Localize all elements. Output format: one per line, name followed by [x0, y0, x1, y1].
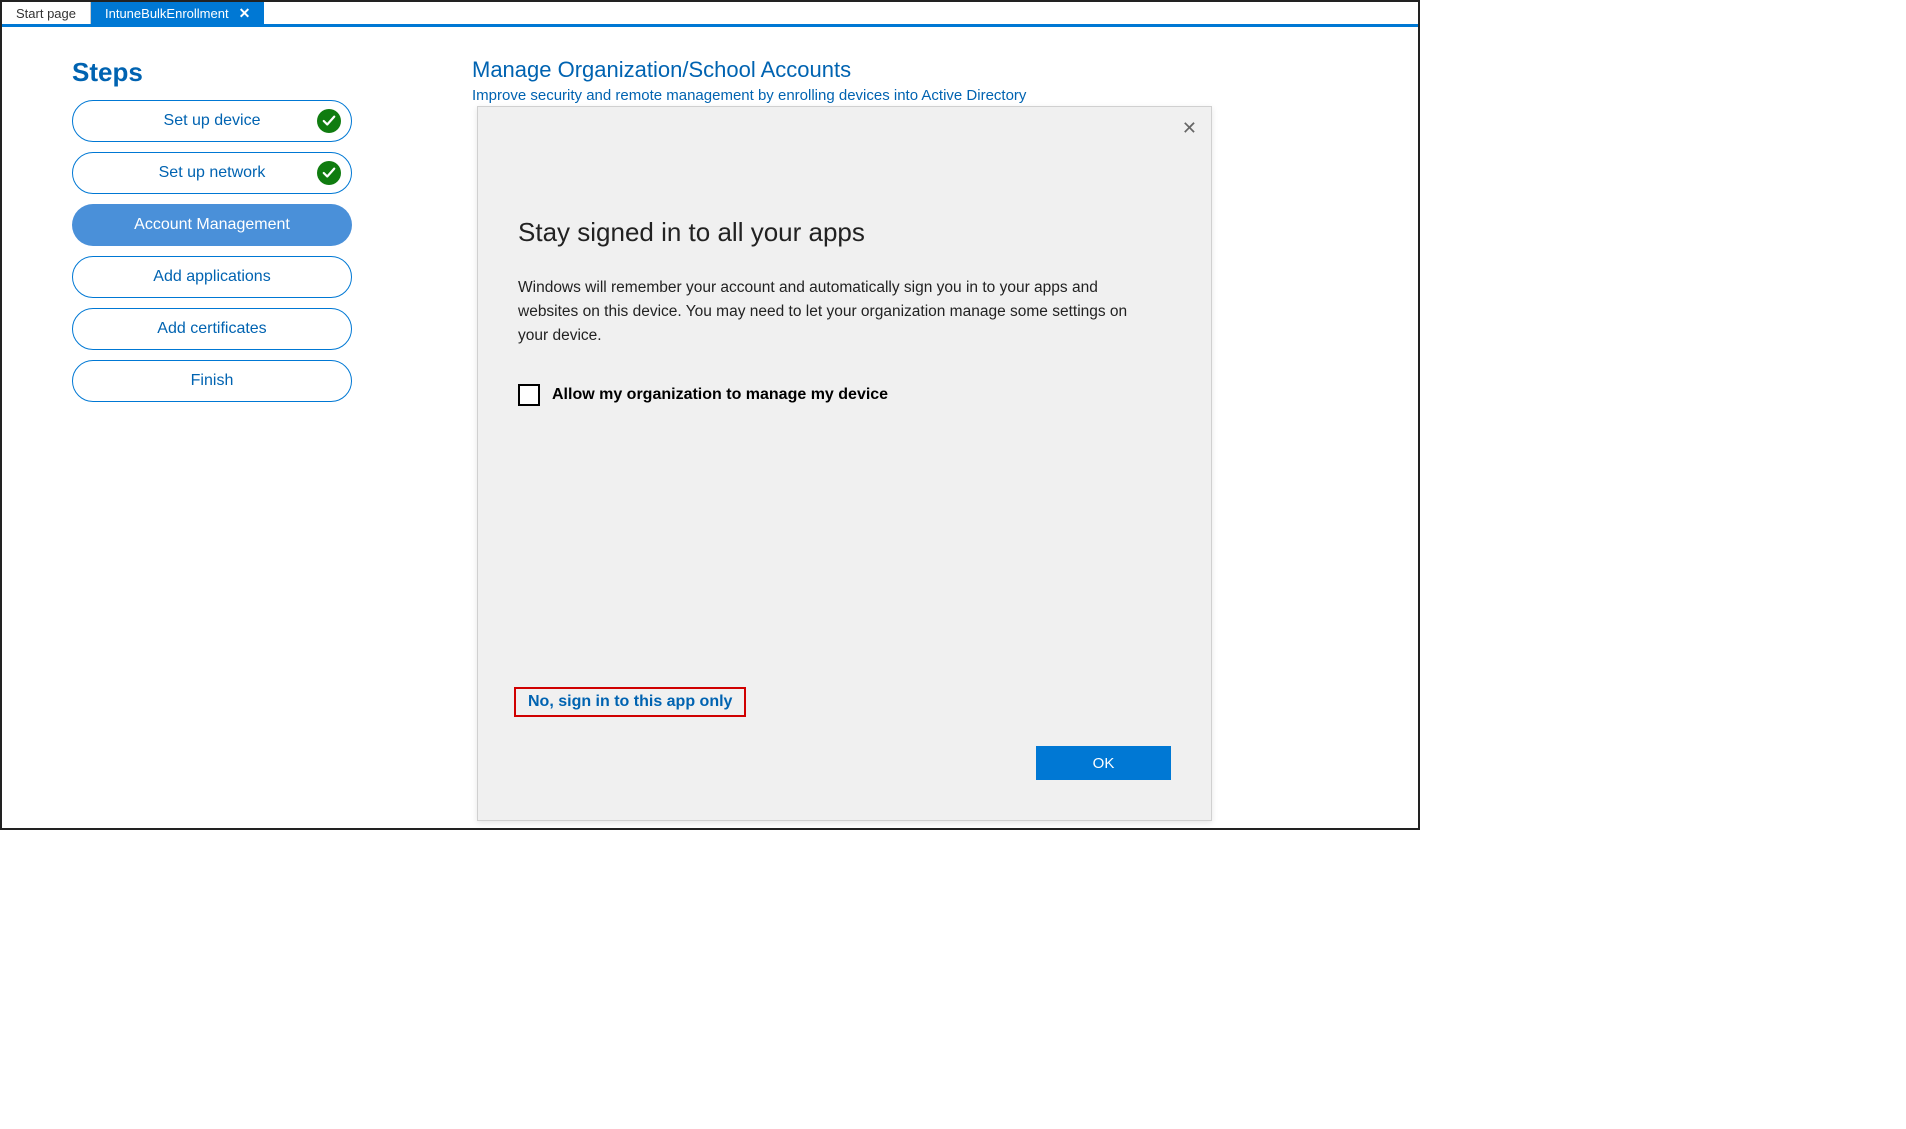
page-title: Manage Organization/School Accounts [472, 57, 1368, 83]
checkbox-unchecked-icon[interactable] [518, 384, 540, 406]
tab-intune-bulk-enrollment[interactable]: IntuneBulkEnrollment ✕ [91, 2, 264, 24]
steps-sidebar: Steps Set up device Set up network Accou… [72, 57, 352, 412]
tab-bar: Start page IntuneBulkEnrollment ✕ [2, 2, 1418, 27]
sign-in-this-app-only-link[interactable]: No, sign in to this app only [528, 693, 732, 710]
step-add-certificates[interactable]: Add certificates [72, 308, 352, 350]
dialog-body: Stay signed in to all your apps Windows … [478, 107, 1211, 406]
ok-button[interactable]: OK [1036, 746, 1171, 780]
steps-title: Steps [72, 57, 352, 88]
tab-start-page[interactable]: Start page [2, 2, 91, 24]
dialog-text: Windows will remember your account and a… [518, 276, 1158, 348]
check-icon [317, 161, 341, 185]
step-label: Set up device [164, 112, 261, 130]
dialog-title: Stay signed in to all your apps [518, 217, 1171, 248]
page-subtitle: Improve security and remote management b… [472, 87, 1368, 104]
step-label: Add certificates [157, 320, 266, 338]
allow-manage-checkbox-row[interactable]: Allow my organization to manage my devic… [518, 384, 1171, 406]
step-account-management[interactable]: Account Management [72, 204, 352, 246]
check-icon [317, 109, 341, 133]
step-label: Add applications [153, 268, 270, 286]
stay-signed-in-dialog: ✕ Stay signed in to all your apps Window… [477, 106, 1212, 821]
step-add-applications[interactable]: Add applications [72, 256, 352, 298]
close-icon[interactable]: ✕ [239, 5, 251, 22]
step-set-up-network[interactable]: Set up network [72, 152, 352, 194]
step-label: Set up network [159, 164, 266, 182]
step-set-up-device[interactable]: Set up device [72, 100, 352, 142]
step-label: Finish [191, 372, 234, 390]
tab-start-label: Start page [16, 6, 76, 21]
highlight-annotation: No, sign in to this app only [514, 687, 746, 717]
tab-active-label: IntuneBulkEnrollment [105, 6, 229, 21]
step-finish[interactable]: Finish [72, 360, 352, 402]
ok-button-label: OK [1093, 755, 1115, 772]
checkbox-label: Allow my organization to manage my devic… [552, 386, 888, 404]
close-icon[interactable]: ✕ [1182, 119, 1197, 137]
step-label: Account Management [134, 216, 290, 234]
